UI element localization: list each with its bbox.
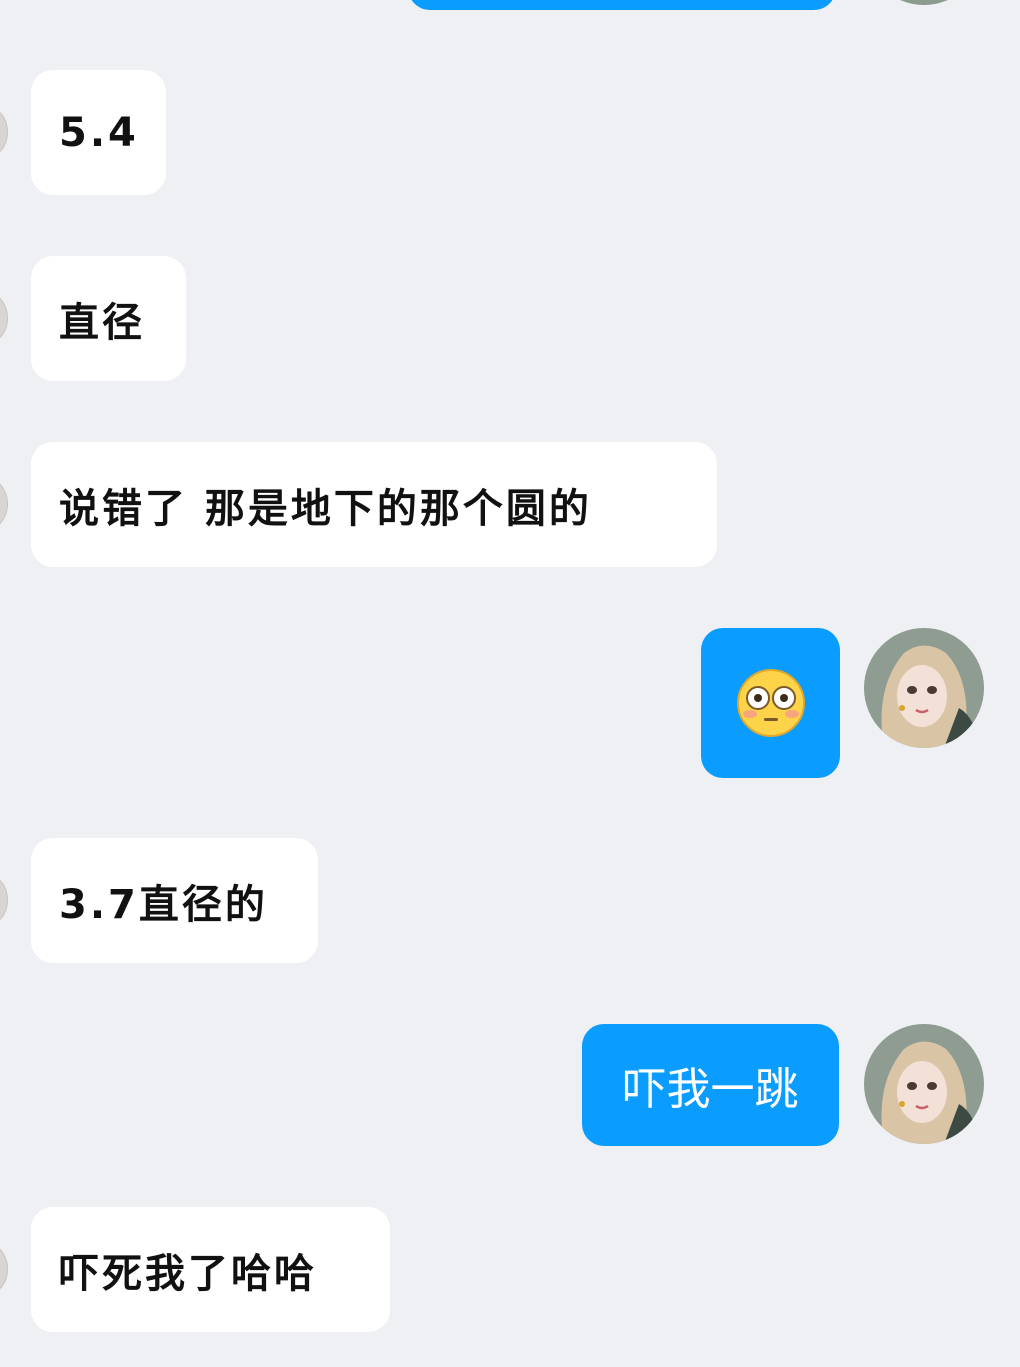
- contact-avatar-partial[interactable]: [0, 870, 8, 930]
- outgoing-emoji-bubble[interactable]: [701, 628, 840, 778]
- message-text: 吓死我了哈哈: [59, 1250, 317, 1297]
- outgoing-message-bubble[interactable]: 吓我一跳: [582, 1024, 839, 1146]
- avatar-image: [864, 0, 984, 5]
- contact-avatar-partial[interactable]: [0, 474, 8, 534]
- incoming-message-bubble[interactable]: 说错了 那是地下的那个圆的: [31, 442, 717, 567]
- chat-thread[interactable]: 5.4 直径 说错了 那是地下的那个圆的 3.7直径的 吓我一跳 吓死我了哈哈: [0, 0, 1020, 1367]
- message-text: 说错了 那是地下的那个圆的: [59, 485, 592, 532]
- avatar-image: [864, 628, 984, 748]
- contact-avatar-partial[interactable]: [0, 102, 8, 162]
- outgoing-message-bubble-partial[interactable]: [408, 0, 836, 10]
- incoming-message-bubble[interactable]: 吓死我了哈哈: [31, 1207, 390, 1332]
- self-avatar[interactable]: [864, 1024, 984, 1144]
- message-text: 吓我一跳: [622, 1064, 799, 1115]
- avatar-image: [864, 1024, 984, 1144]
- message-text: 3.7直径的: [59, 881, 268, 928]
- incoming-message-bubble[interactable]: 直径: [31, 256, 186, 381]
- incoming-message-bubble[interactable]: 3.7直径的: [31, 838, 318, 963]
- self-avatar-partial[interactable]: [864, 0, 984, 5]
- flushed-face-icon: [736, 669, 805, 737]
- incoming-message-bubble[interactable]: 5.4: [31, 70, 166, 195]
- message-text: 直径: [59, 299, 145, 346]
- message-text: 5.4: [59, 109, 139, 156]
- contact-avatar-partial[interactable]: [0, 288, 8, 348]
- contact-avatar-partial[interactable]: [0, 1239, 8, 1299]
- self-avatar[interactable]: [864, 628, 984, 748]
